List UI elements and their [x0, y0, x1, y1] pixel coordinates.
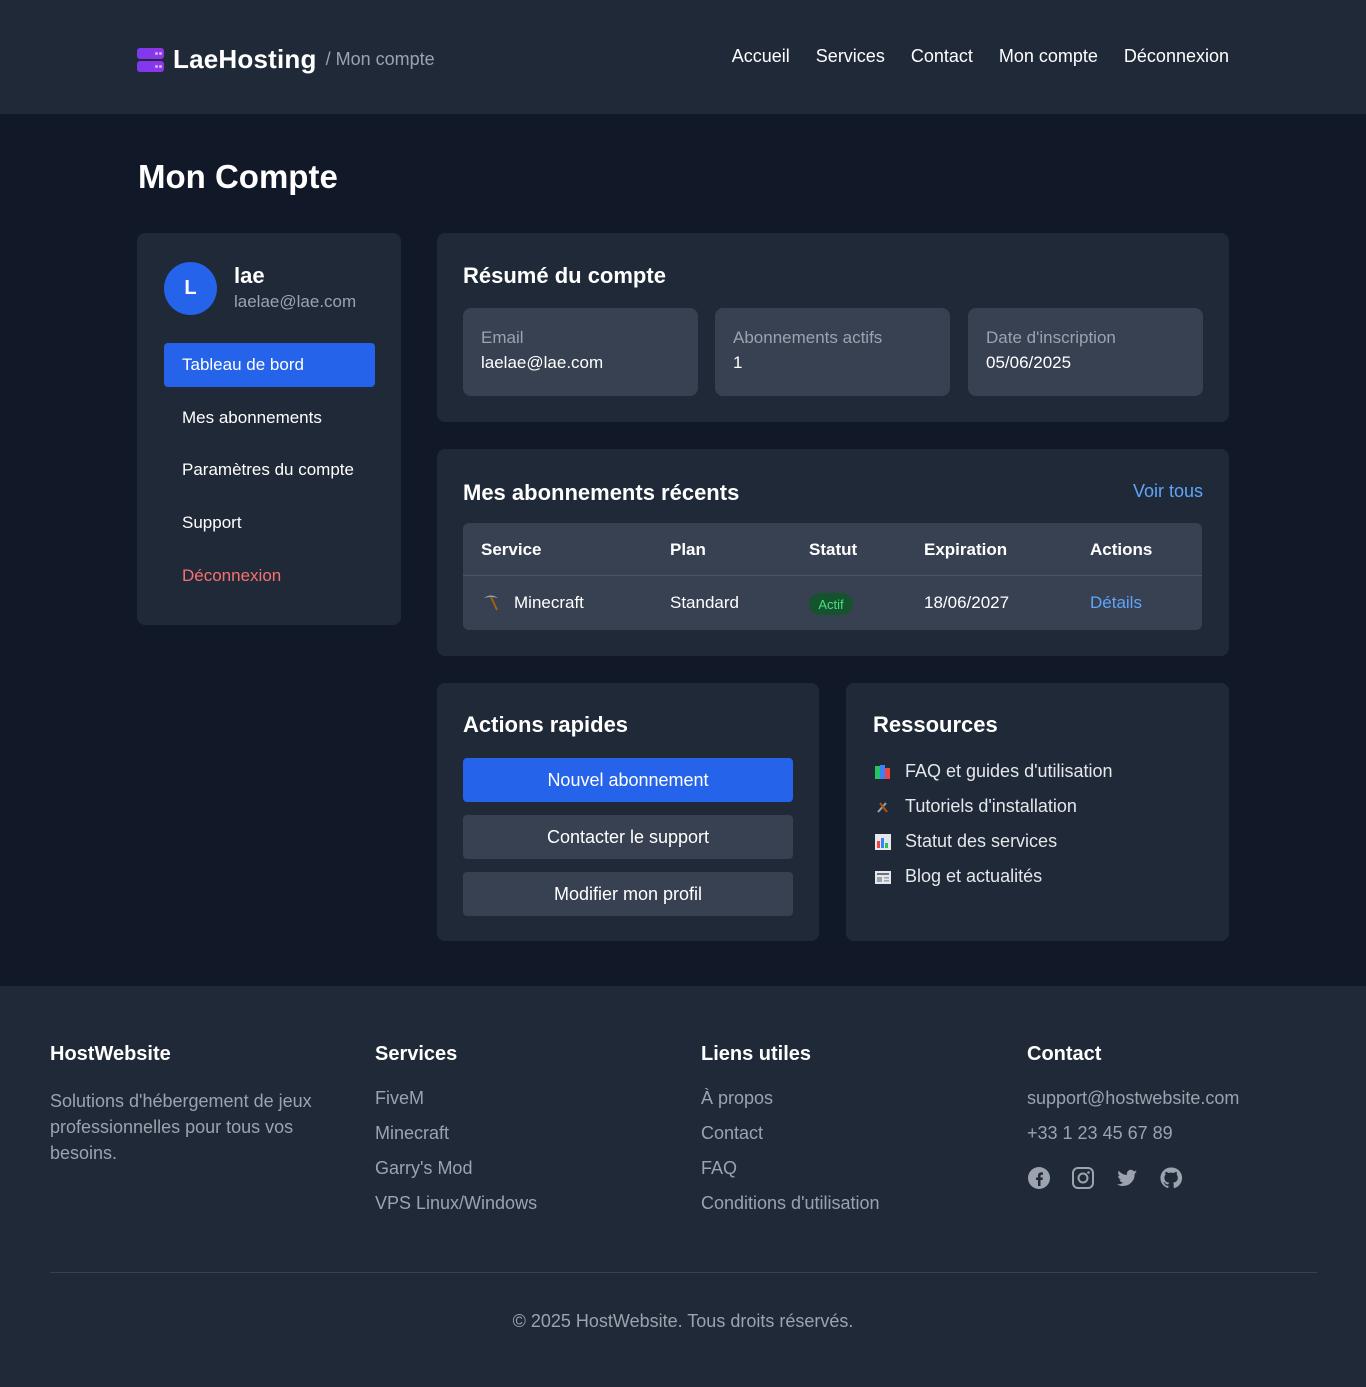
stat-signup-date: Date d'inscription 05/06/2025 — [968, 308, 1203, 396]
footer-link-about[interactable]: À propos — [701, 1088, 880, 1123]
avatar: L — [164, 262, 217, 315]
quick-actions-card: Actions rapides Nouvel abonnement Contac… — [437, 683, 819, 941]
pickaxe-icon — [484, 595, 498, 611]
resource-faq-link[interactable]: FAQ et guides d'utilisation — [874, 761, 1113, 782]
resource-label: Tutoriels d'installation — [905, 796, 1077, 816]
details-link[interactable]: Détails — [1090, 593, 1142, 613]
footer-brand-column: HostWebsite Solutions d'hébergement de j… — [50, 1043, 325, 1166]
sidebar-item-dashboard[interactable]: Tableau de bord — [164, 343, 375, 387]
footer-links-title: Liens utiles — [701, 1043, 812, 1065]
footer-services-column: Services FiveM Minecraft Garry's Mod VPS… — [375, 1043, 537, 1228]
sidebar-item-settings[interactable]: Paramètres du compte — [164, 448, 375, 492]
resource-label: FAQ et guides d'utilisation — [905, 761, 1113, 781]
nav-accueil[interactable]: Accueil — [732, 46, 790, 67]
subscriptions-table: Service Plan Statut Expiration Actions M… — [463, 523, 1202, 630]
footer-contact-email[interactable]: support@hostwebsite.com — [1027, 1088, 1239, 1123]
resource-label: Statut des services — [905, 831, 1058, 851]
sidebar-item-subscriptions[interactable]: Mes abonnements — [164, 396, 375, 440]
nav-contact[interactable]: Contact — [911, 46, 973, 67]
resources-card: Ressources FAQ et guides d'utilisation T… — [846, 683, 1229, 941]
main-nav: Accueil Services Contact Mon compte Déco… — [732, 46, 1229, 67]
footer-links-column: Liens utiles À propos Contact FAQ Condit… — [701, 1043, 880, 1228]
github-icon[interactable] — [1159, 1166, 1183, 1190]
sidebar-item-support[interactable]: Support — [164, 501, 375, 545]
instagram-icon[interactable] — [1071, 1166, 1095, 1190]
summary-title: Résumé du compte — [463, 263, 666, 288]
account-summary-card: Résumé du compte Email laelae@lae.com Ab… — [437, 233, 1229, 422]
see-all-link[interactable]: Voir tous — [1133, 481, 1203, 502]
nav-mon-compte[interactable]: Mon compte — [999, 46, 1098, 67]
column-header-status: Statut — [809, 540, 858, 559]
chart-icon — [875, 833, 891, 850]
resource-blog-link[interactable]: Blog et actualités — [874, 866, 1042, 887]
stat-value: 1 — [733, 353, 743, 372]
contact-support-button[interactable]: Contacter le support — [463, 815, 793, 859]
edit-profile-button[interactable]: Modifier mon profil — [463, 872, 793, 916]
footer-contact-title: Contact — [1027, 1043, 1102, 1065]
footer-contact-phone: +33 1 23 45 67 89 — [1027, 1123, 1173, 1143]
footer-brand-title: HostWebsite — [50, 1043, 171, 1065]
footer-link-minecraft[interactable]: Minecraft — [375, 1123, 537, 1158]
stat-label: Abonnements actifs — [733, 328, 883, 347]
footer-link-faq[interactable]: FAQ — [701, 1158, 880, 1193]
twitter-icon[interactable] — [1115, 1166, 1139, 1190]
resource-tutorials-link[interactable]: Tutoriels d'installation — [874, 796, 1077, 817]
footer-contact-column: Contact support@hostwebsite.com +33 1 23… — [1027, 1043, 1239, 1190]
sidebar-item-logout[interactable]: Déconnexion — [164, 554, 375, 598]
footer-link-garrys-mod[interactable]: Garry's Mod — [375, 1158, 537, 1193]
stat-email: Email laelae@lae.com — [463, 308, 698, 396]
social-links — [1027, 1166, 1239, 1190]
newspaper-icon — [875, 870, 891, 884]
recent-subscriptions-card: Mes abonnements récents Voir tous Servic… — [437, 449, 1229, 656]
books-icon — [875, 764, 890, 779]
breadcrumb: / Mon compte — [325, 49, 435, 69]
footer-link-contact[interactable]: Contact — [701, 1123, 880, 1158]
stat-label: Email — [481, 328, 524, 347]
nav-services[interactable]: Services — [816, 46, 885, 67]
stat-label: Date d'inscription — [986, 328, 1116, 347]
brand-name: LaeHosting — [173, 44, 317, 74]
cell-plan: Standard — [670, 593, 739, 612]
column-header-service: Service — [481, 540, 542, 559]
subscriptions-title: Mes abonnements récents — [463, 480, 740, 505]
footer-link-vps[interactable]: VPS Linux/Windows — [375, 1193, 537, 1228]
quick-actions-title: Actions rapides — [463, 712, 629, 737]
facebook-icon[interactable] — [1027, 1166, 1051, 1190]
page-title: Mon Compte — [138, 158, 338, 195]
footer-services-title: Services — [375, 1043, 458, 1065]
user-email: laelae@lae.com — [234, 292, 357, 311]
site-footer: HostWebsite Solutions d'hébergement de j… — [0, 986, 1366, 1387]
tools-icon — [877, 801, 888, 813]
server-icon — [137, 47, 164, 73]
table-header: Service Plan Statut Expiration Actions — [463, 523, 1202, 576]
cell-expiration: 18/06/2027 — [924, 593, 1010, 612]
stat-value: 05/06/2025 — [986, 353, 1072, 372]
new-subscription-button[interactable]: Nouvel abonnement — [463, 758, 793, 802]
column-header-expiration: Expiration — [924, 540, 1008, 559]
user-name: lae — [234, 263, 265, 288]
footer-divider — [50, 1272, 1317, 1273]
column-header-actions: Actions — [1090, 540, 1153, 559]
copyright: © 2025 HostWebsite. Tous droits réservés… — [512, 1311, 854, 1331]
brand-logo-link[interactable]: LaeHosting / Mon compte — [137, 44, 435, 75]
footer-link-terms[interactable]: Conditions d'utilisation — [701, 1193, 880, 1228]
stat-value: laelae@lae.com — [481, 353, 604, 372]
nav-deconnexion[interactable]: Déconnexion — [1124, 46, 1229, 67]
footer-link-fivem[interactable]: FiveM — [375, 1088, 537, 1123]
top-header: LaeHosting / Mon compte Accueil Services… — [0, 0, 1366, 114]
resource-label: Blog et actualités — [905, 866, 1043, 886]
resource-status-link[interactable]: Statut des services — [874, 831, 1057, 852]
stat-active-subscriptions: Abonnements actifs 1 — [715, 308, 950, 396]
footer-description: Solutions d'hébergement de jeux professi… — [50, 1091, 312, 1163]
status-badge: Actif — [809, 593, 853, 615]
cell-service: Minecraft — [514, 593, 584, 612]
resources-title: Ressources — [873, 712, 998, 737]
account-sidebar: L lae laelae@lae.com Tableau de bord Mes… — [137, 233, 401, 625]
column-header-plan: Plan — [670, 540, 706, 559]
